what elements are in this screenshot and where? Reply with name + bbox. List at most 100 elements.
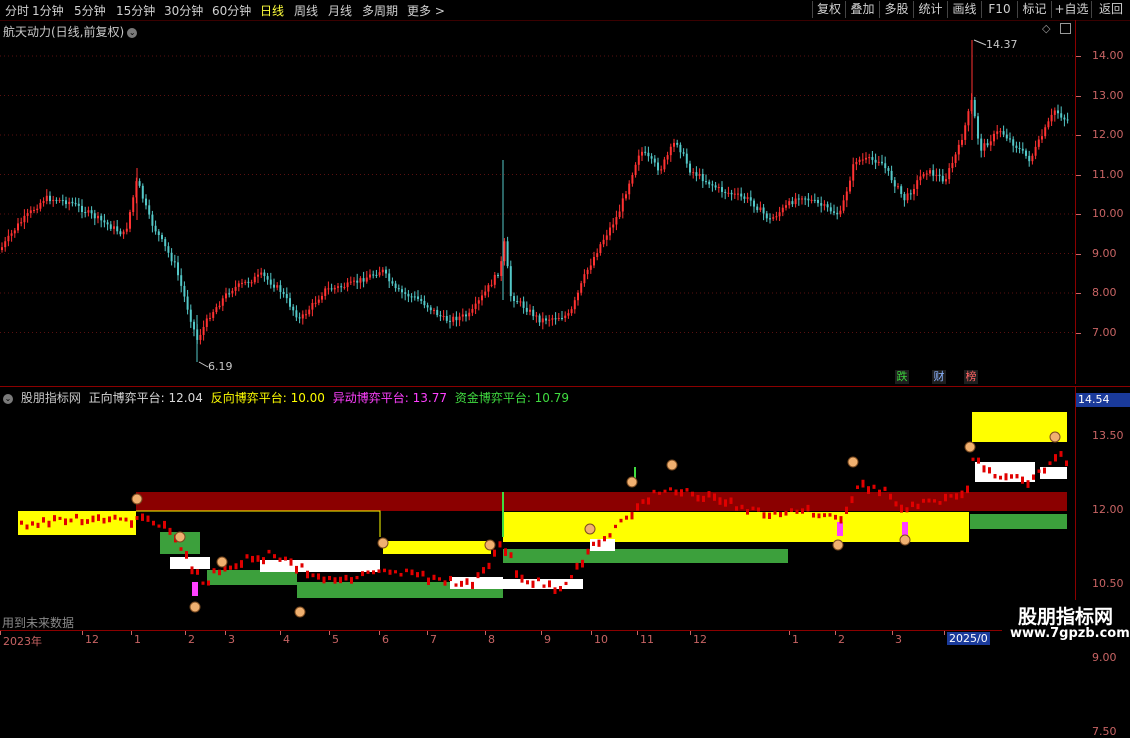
hand-cursor-icon	[484, 539, 496, 551]
candle-body	[209, 317, 211, 319]
period-tab-4[interactable]: 30分钟	[164, 2, 203, 19]
toolbar-button-5[interactable]: F10	[981, 1, 1017, 18]
candle-body	[471, 308, 474, 313]
red-dash	[20, 520, 23, 525]
candle-body	[90, 210, 93, 214]
toolbar-button-7[interactable]: +自选	[1051, 1, 1091, 18]
candle-body	[253, 276, 256, 283]
candle-body	[772, 217, 775, 219]
indicator-chart[interactable]	[0, 387, 1075, 631]
red-dash	[284, 556, 287, 561]
candle-body	[689, 163, 691, 173]
red-dash	[300, 563, 304, 568]
price-axis-label: 13.00	[1092, 88, 1124, 102]
kline-chart-panel[interactable]: 航天动力(日线,前复权) ⌄ ◇ 14.37 6.19 跌 财 榜	[0, 20, 1075, 384]
stock-title-text: 航天动力(日线,前复权)	[3, 25, 125, 39]
candle-body	[410, 296, 413, 298]
date-axis-tick	[131, 631, 132, 635]
red-dash	[240, 560, 243, 568]
red-dash	[201, 581, 205, 585]
candle-body	[477, 300, 480, 304]
red-dash	[581, 559, 584, 568]
period-tab-6[interactable]: 日线	[260, 2, 284, 19]
candle-body	[788, 201, 791, 206]
red-dash	[746, 509, 749, 515]
period-tab-5[interactable]: 60分钟	[212, 2, 251, 19]
period-tab-8[interactable]: 月线	[328, 2, 352, 19]
date-axis-label: 6	[382, 633, 389, 646]
period-tab-3[interactable]: 15分钟	[116, 2, 155, 19]
white-zone	[170, 557, 210, 569]
hand-cursor-icon	[626, 476, 638, 488]
period-tab-0[interactable]: 分时	[5, 2, 29, 19]
toolbar-button-1[interactable]: 叠加	[845, 1, 879, 18]
red-dash	[355, 575, 359, 580]
candle-body	[804, 198, 807, 200]
candle-body	[791, 201, 794, 205]
toolbar-button-3[interactable]: 统计	[913, 1, 947, 18]
period-tab-1[interactable]: 1分钟	[32, 2, 64, 19]
red-dash	[779, 511, 782, 518]
candle-body	[685, 153, 688, 164]
candle-body	[797, 198, 800, 200]
green-zone	[503, 549, 788, 563]
candle-body	[10, 233, 13, 236]
red-dash	[548, 580, 551, 588]
indicator-name[interactable]: 股朋指标网	[21, 391, 81, 405]
red-dash	[872, 484, 876, 489]
candle-body	[234, 286, 237, 291]
period-tab-7[interactable]: 周线	[294, 2, 318, 19]
red-dash	[691, 491, 694, 497]
red-dash	[856, 485, 859, 490]
period-tab-10[interactable]: 更多 >	[407, 2, 445, 19]
candle-body	[481, 295, 483, 301]
stock-title[interactable]: 航天动力(日线,前复权) ⌄	[3, 23, 138, 40]
candle-body	[199, 334, 202, 340]
badge-2[interactable]: 榜	[964, 370, 978, 384]
red-dash	[806, 504, 810, 512]
candle-body	[375, 274, 378, 276]
red-dash	[487, 562, 491, 570]
red-dash	[273, 554, 276, 559]
red-dash	[410, 569, 414, 576]
candle-body	[705, 181, 707, 183]
candle-body	[218, 305, 221, 308]
diamond-icon[interactable]: ◇	[1042, 22, 1050, 35]
indicator-panel[interactable]: ⌄ 股朋指标网 正向博弈平台: 12.04 反向博弈平台: 10.00 异动博弈…	[0, 386, 1075, 631]
red-dash	[850, 496, 854, 504]
date-axis-label: 2	[838, 633, 845, 646]
kline-chart[interactable]	[0, 20, 1075, 384]
toolbar-button-4[interactable]: 画线	[947, 1, 981, 18]
red-dash	[757, 507, 760, 512]
candle-body	[893, 180, 896, 187]
candle-body	[81, 205, 83, 213]
date-axis-tick	[637, 631, 638, 635]
chevron-down-icon[interactable]: ⌄	[3, 393, 13, 404]
candle-body	[506, 241, 509, 267]
toolbar-button-2[interactable]: 多股	[879, 1, 913, 18]
red-dash	[1026, 480, 1030, 488]
red-dash	[713, 493, 716, 501]
toolbar-button-0[interactable]: 复权	[812, 1, 845, 18]
badge-1[interactable]: 财	[932, 370, 946, 384]
red-dash	[900, 504, 903, 513]
chevron-down-icon[interactable]: ⌄	[127, 27, 138, 38]
period-tab-9[interactable]: 多周期	[362, 2, 398, 19]
badge-0[interactable]: 跌	[895, 370, 909, 384]
red-dash	[724, 499, 727, 507]
candle-body	[621, 198, 624, 212]
panel-toggle-icon[interactable]	[1060, 23, 1071, 34]
toolbar-button-6[interactable]: 标记	[1017, 1, 1051, 18]
red-dash	[1004, 473, 1008, 481]
toolbar-button-8[interactable]: 返回	[1091, 1, 1130, 18]
candle-body	[1015, 145, 1018, 148]
price-axis-tick	[1076, 293, 1081, 294]
period-tab-2[interactable]: 5分钟	[74, 2, 106, 19]
candle-body	[564, 315, 567, 319]
candle-body	[589, 265, 592, 270]
candle-body	[644, 151, 647, 153]
indicator-axis-label: 7.50	[1092, 725, 1117, 738]
candle-body	[801, 198, 803, 200]
candle-body	[151, 214, 154, 226]
white-zone	[450, 577, 503, 589]
